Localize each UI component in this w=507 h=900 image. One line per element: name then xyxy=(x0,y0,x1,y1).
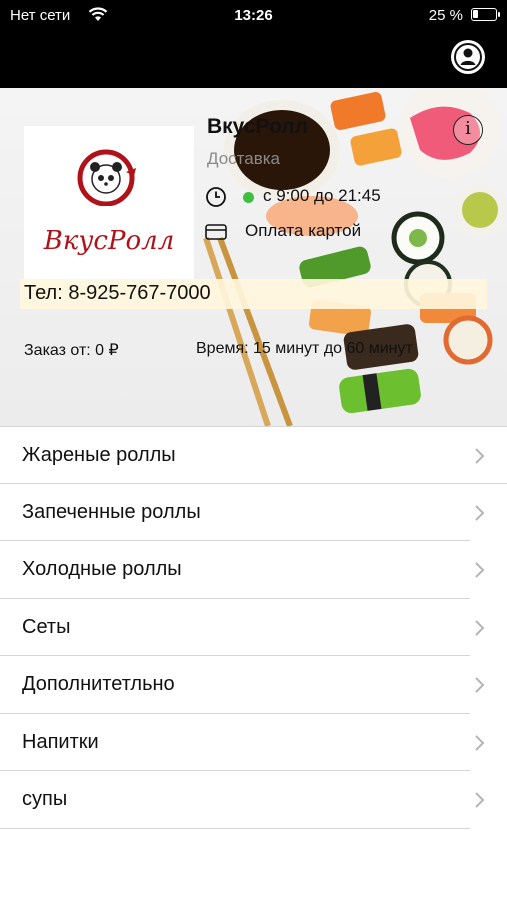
panda-logo-icon xyxy=(77,149,136,206)
phone-number: Тел: 8-925-767-7000 xyxy=(24,282,211,304)
category-item-fried-rolls[interactable]: Жареные роллы xyxy=(0,426,507,484)
open-status-dot xyxy=(243,192,254,203)
category-label: Сеты xyxy=(22,615,71,638)
clock-icon xyxy=(206,187,226,207)
profile-button[interactable] xyxy=(451,40,485,74)
restaurant-logo: ВкусРолл xyxy=(24,126,194,286)
category-item-extras[interactable]: Дополнитетльно xyxy=(0,656,507,714)
category-label: Напитки xyxy=(22,730,99,753)
battery-percent: 25 % xyxy=(428,7,463,24)
restaurant-hero: ВкусРолл ВкусРолл Доставка i с 9:00 до 2… xyxy=(0,88,507,426)
info-icon: i xyxy=(465,118,471,139)
category-item-cold-rolls[interactable]: Холодные роллы xyxy=(0,541,507,599)
category-label: Холодные роллы xyxy=(22,558,182,580)
chevron-right-icon xyxy=(475,504,485,521)
category-item-soups[interactable]: супы xyxy=(0,771,507,829)
top-bar: Нет сети 13:26 25 % xyxy=(0,0,507,88)
info-button[interactable]: i xyxy=(453,115,483,145)
profile-icon xyxy=(454,43,482,71)
restaurant-subtitle: Доставка xyxy=(207,149,281,168)
battery-level xyxy=(473,10,478,18)
category-label: Жареные роллы xyxy=(22,444,176,466)
restaurant-name: ВкусРолл xyxy=(207,115,308,138)
category-item-sets[interactable]: Сеты xyxy=(0,599,507,657)
battery-icon xyxy=(471,8,500,21)
credit-card-icon xyxy=(205,224,227,240)
logo-wordmark: ВкусРолл xyxy=(43,226,175,256)
category-item-drinks[interactable]: Напитки xyxy=(0,714,507,772)
chevron-right-icon xyxy=(475,619,485,636)
hours-text: с 9:00 до 21:45 xyxy=(263,186,381,205)
chevron-right-icon xyxy=(475,734,485,751)
status-bar: Нет сети 13:26 25 % xyxy=(0,0,507,32)
category-label: Запеченные роллы xyxy=(22,500,201,523)
delivery-time: Время: 15 минут до 60 минут xyxy=(196,340,413,357)
min-order: Заказ от: 0 ₽ xyxy=(24,342,119,359)
chevron-right-icon xyxy=(475,792,485,808)
chevron-right-icon xyxy=(475,677,485,693)
category-list: Жареные роллы Запеченные роллы Холодные … xyxy=(0,426,507,829)
category-label: Дополнитетльно xyxy=(22,673,175,695)
payment-text: Оплата картой xyxy=(245,221,362,240)
chevron-right-icon xyxy=(475,562,485,578)
phone-banner[interactable]: Тел: 8-925-767-7000 xyxy=(20,279,487,309)
chevron-right-icon xyxy=(475,448,485,464)
category-item-baked-rolls[interactable]: Запеченные роллы xyxy=(0,484,507,542)
category-label: супы xyxy=(22,788,68,810)
